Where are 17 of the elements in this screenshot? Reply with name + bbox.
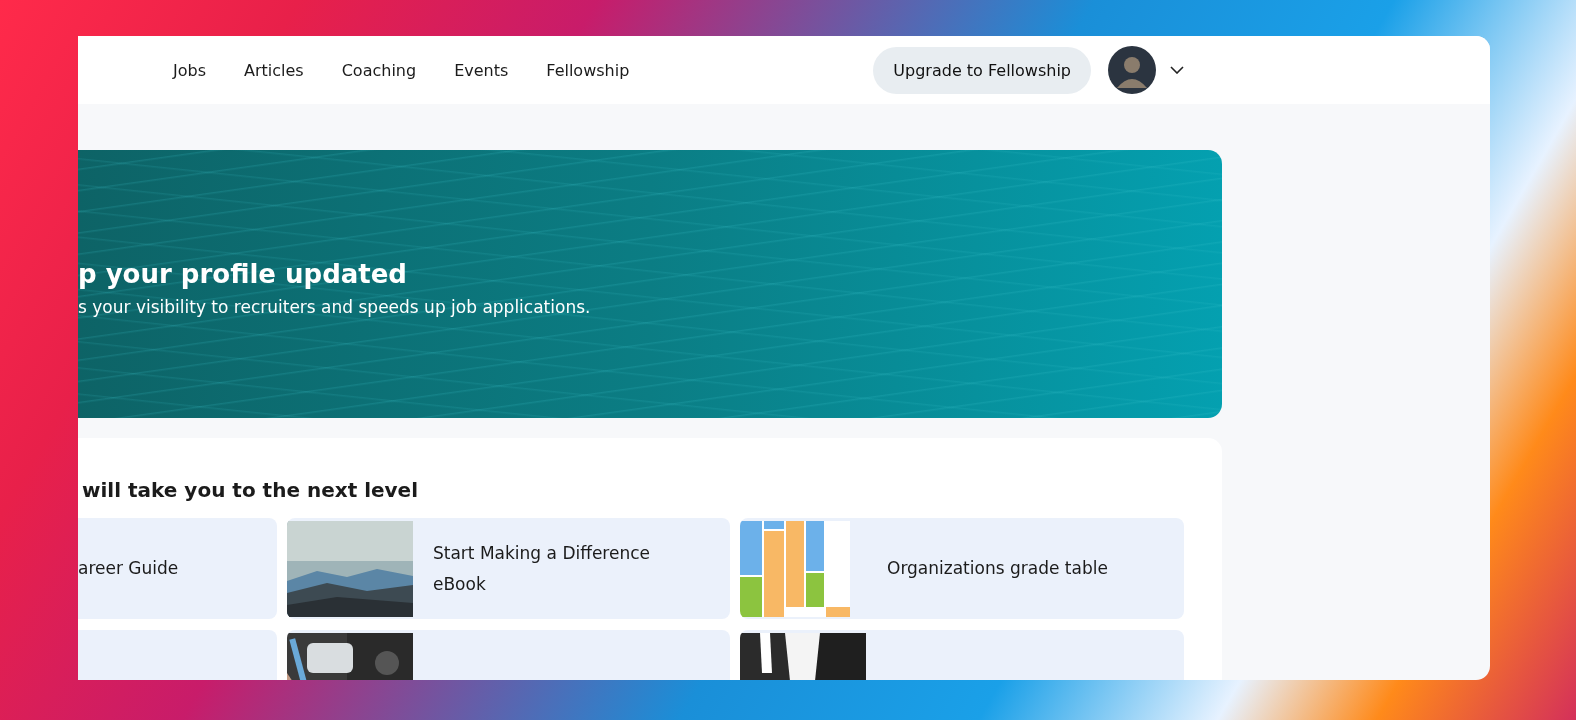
banner-text: s your visibility to recruiters and speeds up job applications. [78,297,591,317]
resource-card[interactable]: areer Guide [78,518,277,619]
banner-title: p your profile updated [78,259,408,289]
nav-link[interactable]: Jobs [173,60,206,80]
nav-link[interactable]: Fellowship [546,60,630,80]
card-title: areer Guide [78,557,180,580]
upgrade-button[interactable]: Upgrade to Fellowship [873,46,1091,94]
card-title: Organizations grade table [886,557,1109,580]
section-heading: will take you to the next level [81,477,420,502]
resource-card[interactable]: Organizations grade table [740,518,1184,619]
chevron-down-icon[interactable] [1170,66,1184,74]
avatar[interactable] [1108,46,1156,94]
resource-card[interactable]: Start Making a Difference eBook [287,518,730,619]
card-title: Start Making a Difference eBook [432,541,651,596]
nav-link[interactable]: Events [454,60,509,80]
nav-link[interactable]: Coaching [341,60,417,80]
nav-link[interactable]: Articles [244,60,304,80]
